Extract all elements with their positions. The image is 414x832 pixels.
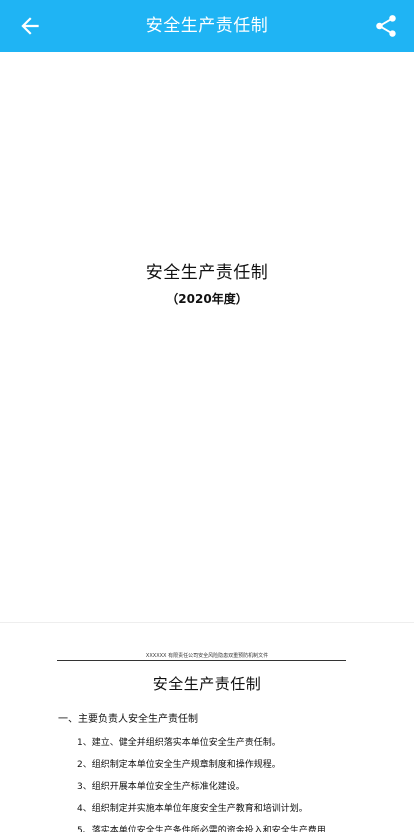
list-item: 3、组织开展本单位安全生产标准化建设。 <box>77 782 245 792</box>
page-header-note: XXXXXX 有限责任公司安全风险隐患双重预防机制文件 <box>145 653 269 659</box>
document-page-2: XXXXXX 有限责任公司安全风险隐患双重预防机制文件 安全生产责任制 一、主要… <box>0 623 414 832</box>
list-item: 1、建立、健全并组织落实本单位安全生产责任制。 <box>77 738 281 748</box>
back-button[interactable] <box>10 6 50 46</box>
list-item: 4、组织制定并实施本单位年度安全生产教育和培训计划。 <box>77 804 308 814</box>
share-button[interactable] <box>366 6 406 46</box>
document-title: 安全生产责任制 <box>152 675 262 693</box>
document-page-cover: 安全生产责任制 （2020年度） <box>0 52 414 622</box>
arrow-left-icon <box>21 17 39 35</box>
cover-title: 安全生产责任制 <box>145 263 269 283</box>
app-screen: 安全生产责任制 安全生产责任制 （2020年度） XXXXXX 有限责任公司安全… <box>0 0 414 832</box>
document-viewer[interactable]: 安全生产责任制 （2020年度） XXXXXX 有限责任公司安全风险隐患双重预防… <box>0 52 414 832</box>
list-item: 5、落实本单位安全生产条件所必需的资金投入和安全生产费用 <box>77 826 326 832</box>
header-rule <box>57 660 346 661</box>
section-heading: 一、主要负责人安全生产责任制 <box>58 714 198 725</box>
share-icon <box>376 15 396 37</box>
list-item: 2、组织制定本单位安全生产规章制度和操作规程。 <box>77 760 281 770</box>
page-title: 安全生产责任制 <box>145 16 269 36</box>
top-app-bar: 安全生产责任制 <box>0 0 414 52</box>
cover-year: （2020年度） <box>166 292 248 306</box>
